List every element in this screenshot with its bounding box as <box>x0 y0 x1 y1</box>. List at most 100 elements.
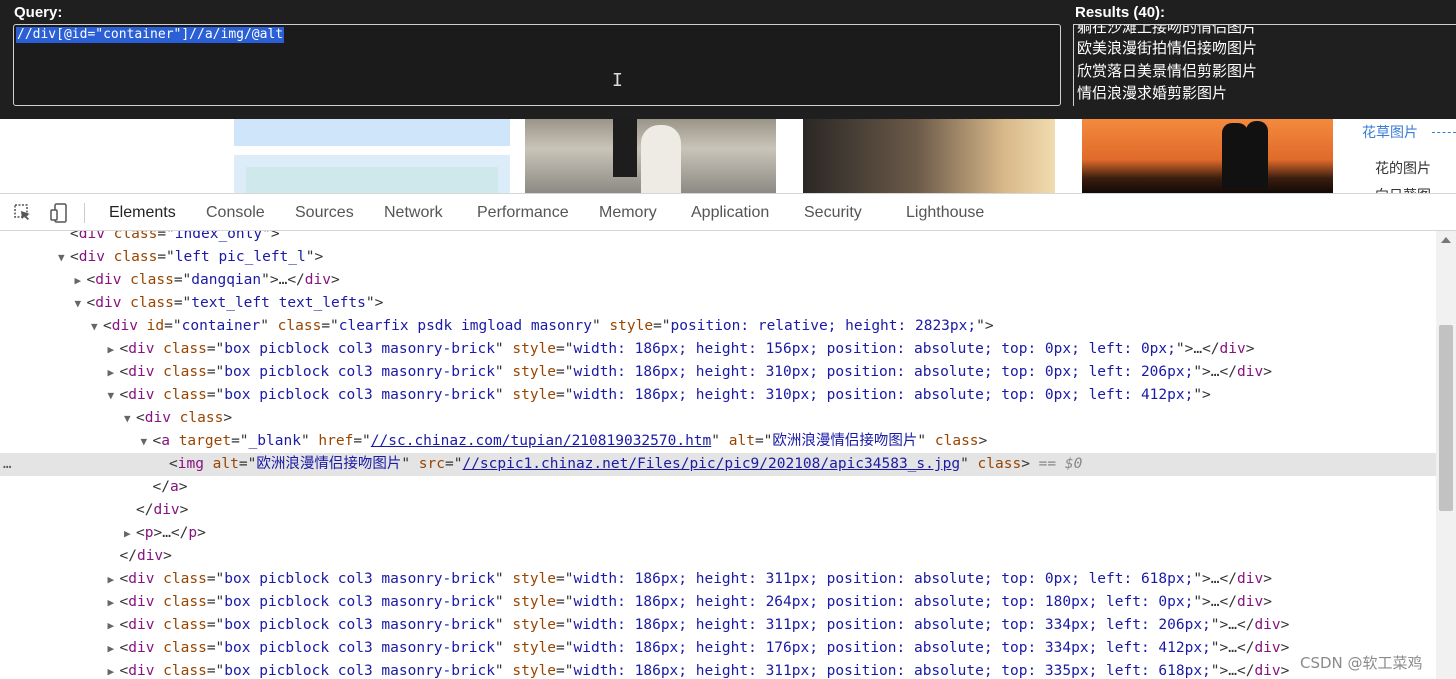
code-token: container <box>181 318 261 334</box>
code-token: > <box>223 410 233 426</box>
results-list[interactable]: 躺在沙滩上接吻的情侣图片 欧美浪漫街拍情侣接吻图片 欣赏落日美景情侣剪影图片 情… <box>1073 24 1456 106</box>
code-token: " <box>711 433 729 449</box>
inspect-element-icon[interactable] <box>13 203 33 223</box>
resource-link[interactable]: //scpic1.chinaz.net/Files/pic/pic9/20210… <box>462 456 960 472</box>
expand-triangle-icon[interactable]: ▶ <box>108 361 120 384</box>
collapse-triangle-icon[interactable]: ▼ <box>124 407 136 430</box>
code-token: div <box>1236 594 1264 610</box>
dom-node-line[interactable]: ▼ <div class="text_left text_lefts"> <box>0 292 1436 315</box>
dom-node-code: ▼ <div class> <box>124 407 232 430</box>
dom-node-line[interactable]: ▶ <div class="box picblock col3 masonry-b… <box>0 614 1436 637</box>
code-token: < <box>119 663 129 679</box>
expand-triangle-icon[interactable]: ▶ <box>108 637 120 660</box>
dom-node-selected[interactable]: … <img alt="欧洲浪漫情侣接吻图片" src="//scpic1.chi… <box>0 453 1436 476</box>
scrollbar-thumb[interactable] <box>1439 325 1453 511</box>
tab-lighthouse[interactable]: Lighthouse <box>906 204 984 222</box>
dom-node-line[interactable]: ▶ <div class="box picblock col3 masonry-b… <box>0 338 1436 361</box>
dom-node-line[interactable]: <div class="index_only"> <box>0 231 1436 246</box>
code-token: position: relative; height: 2823px; <box>670 318 977 334</box>
sidebar-title[interactable]: 花草图片 <box>1362 122 1418 142</box>
collapse-triangle-icon[interactable]: ▼ <box>91 315 103 338</box>
code-token: class <box>154 364 207 380</box>
code-token: box picblock col3 masonry-brick <box>224 617 495 633</box>
resource-link[interactable]: //sc.chinaz.com/tupian/210819032570.htm <box>371 433 711 449</box>
dom-node-line[interactable]: ▶ <p>…</p> <box>0 522 1436 545</box>
dom-node-code: ▶ <div class="box picblock col3 masonry-b… <box>108 338 1255 361</box>
dom-node-line[interactable]: ▶ <div class="box picblock col3 masonry-b… <box>0 591 1436 614</box>
sunset-couple-photo[interactable] <box>1082 119 1333 193</box>
code-token: 欧洲浪漫情侣接吻图片 <box>256 456 402 472</box>
kissing-couple-photo[interactable] <box>803 119 1055 193</box>
expand-triangle-icon[interactable]: ▶ <box>75 269 87 292</box>
sidebar-link[interactable]: 花的图片 <box>1375 158 1431 178</box>
dom-node-line[interactable]: ▼ <div id="container" class="clearfix psd… <box>0 315 1436 338</box>
code-token: ">…</ <box>1193 571 1237 587</box>
dom-node-line[interactable]: ▼ <a target="_blank" href="//sc.chinaz.co… <box>0 430 1436 453</box>
dom-node-line[interactable]: ▼ <div class="box picblock col3 masonry-b… <box>0 384 1436 407</box>
code-token: div <box>78 231 105 242</box>
code-token: " <box>494 617 513 633</box>
code-token: width: 186px; height: 176px; position: a… <box>573 640 1211 656</box>
tab-application[interactable]: Application <box>691 204 769 222</box>
code-token: ">…</ <box>1175 341 1220 357</box>
expand-triangle-icon[interactable]: ▶ <box>108 568 120 591</box>
wedding-couple-photo[interactable] <box>525 119 776 193</box>
expand-triangle-icon[interactable]: ▶ <box>108 591 120 614</box>
dom-node-line[interactable]: ▶ <div class="box picblock col3 masonry-b… <box>0 637 1436 660</box>
dom-node-code: </div> <box>124 499 188 522</box>
code-token: div <box>128 387 155 403</box>
collapse-triangle-icon[interactable]: ▼ <box>108 384 120 407</box>
dom-node-line[interactable]: </div> <box>0 499 1436 522</box>
code-token: p <box>188 525 198 541</box>
code-token: < <box>136 410 145 426</box>
web-page-viewport: 花草图片 花的图片 向日葵图 <box>0 119 1456 193</box>
code-token: " <box>401 456 419 472</box>
collapse-triangle-icon[interactable]: ▼ <box>58 246 70 269</box>
code-token: > <box>1280 640 1290 656</box>
dom-node-line[interactable]: ▶ <div class="box picblock col3 masonry-b… <box>0 660 1436 679</box>
watermark: CSDN @软工菜鸡 <box>1300 654 1423 672</box>
expand-triangle-icon[interactable]: ▶ <box>108 338 120 361</box>
code-token: div <box>95 295 122 311</box>
tab-sources[interactable]: Sources <box>295 204 354 222</box>
dom-node-line[interactable]: ▼ <div class="left pic_left_l"> <box>0 246 1436 269</box>
collapse-triangle-icon[interactable]: ▼ <box>141 430 153 453</box>
result-item: 欧美浪漫街拍情侣接吻图片 <box>1077 39 1258 57</box>
expand-triangle-icon[interactable]: ▶ <box>124 522 136 545</box>
collapse-triangle-icon[interactable]: ▼ <box>75 292 87 315</box>
dom-node-line[interactable]: ▶ <div class="dangqian">…</div> <box>0 269 1436 292</box>
code-token: div <box>1236 571 1264 587</box>
tab-performance[interactable]: Performance <box>477 204 569 222</box>
code-token: < <box>136 525 145 541</box>
tab-elements[interactable]: Elements <box>109 204 176 222</box>
node-menu-icon[interactable]: … <box>3 453 11 476</box>
tab-memory[interactable]: Memory <box>599 204 657 222</box>
dom-node-code: ▼ <div class="left pic_left_l"> <box>58 246 323 269</box>
tab-network[interactable]: Network <box>384 204 443 222</box>
tab-console[interactable]: Console <box>206 204 265 222</box>
code-token: =" <box>157 231 175 242</box>
dom-node-line[interactable]: ▼ <div class> <box>0 407 1436 430</box>
expand-triangle-icon[interactable]: ▶ <box>108 660 120 679</box>
code-token: text_left text_lefts <box>191 295 366 311</box>
tab-security[interactable]: Security <box>804 204 862 222</box>
device-toolbar-icon[interactable] <box>49 203 69 223</box>
code-token: > <box>1263 571 1272 587</box>
code-token: =" <box>556 663 574 679</box>
dom-node-line[interactable]: </div> <box>0 545 1436 568</box>
code-token: left pic_left_l <box>174 249 306 265</box>
expand-triangle-icon[interactable]: ▶ <box>108 614 120 637</box>
code-token: < <box>70 231 79 242</box>
code-token: < <box>70 249 79 265</box>
code-token: > <box>978 433 988 449</box>
dom-node-line[interactable]: ▶ <div class="box picblock col3 masonry-b… <box>0 361 1436 384</box>
sidebar-link[interactable]: 向日葵图 <box>1375 185 1431 193</box>
code-token: class <box>154 571 207 587</box>
dom-node-line[interactable]: </a> <box>0 476 1436 499</box>
code-token: src <box>418 456 445 472</box>
code-token: div <box>1254 640 1281 656</box>
toolbar-divider <box>84 203 85 223</box>
dom-node-line[interactable]: ▶ <div class="box picblock col3 masonry-b… <box>0 568 1436 591</box>
query-input[interactable]: //div[@id="container"]//a/img/@alt I <box>13 24 1061 106</box>
scroll-up-arrow-icon[interactable] <box>1441 237 1451 243</box>
